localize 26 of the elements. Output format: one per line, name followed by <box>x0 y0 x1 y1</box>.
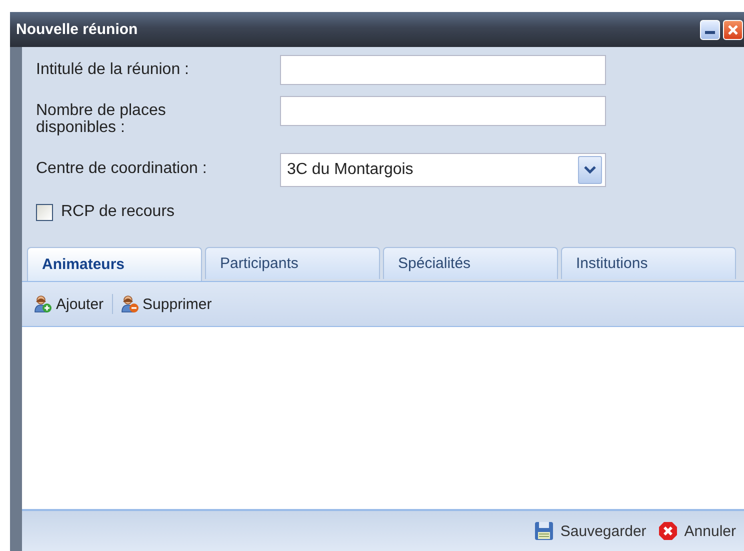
tab[interactable]: Spécialités <box>383 247 558 279</box>
input-field[interactable] <box>280 96 606 126</box>
add-user-button[interactable]: Ajouter <box>30 293 108 315</box>
tab[interactable]: Participants <box>205 247 380 279</box>
user-add-icon <box>34 295 52 313</box>
checkbox[interactable] <box>36 204 53 220</box>
input-field[interactable] <box>280 55 606 85</box>
minimize-button[interactable] <box>700 20 720 40</box>
field-label: Centre de coordination : <box>36 159 208 178</box>
select-field[interactable]: 3C du Montargois <box>280 153 606 187</box>
window-title: Nouvelle réunion <box>16 21 139 38</box>
cancel-icon <box>658 521 678 541</box>
dropdown-button[interactable] <box>578 156 602 184</box>
chevron-down-icon <box>584 166 596 174</box>
field-label: Nombre de places disponibles : <box>36 101 167 136</box>
field-label: Intitulé de la réunion : <box>36 60 190 79</box>
cancel-button[interactable]: Annuler <box>656 519 738 543</box>
save-button[interactable]: Sauvegarder <box>532 519 648 543</box>
remove-user-button[interactable]: Supprimer <box>116 293 216 315</box>
tab[interactable]: Animateurs <box>27 247 202 281</box>
checkbox-label: RCP de recours <box>61 203 175 221</box>
tab[interactable]: Institutions <box>561 247 736 279</box>
close-icon <box>728 24 738 34</box>
user-remove-icon <box>120 295 139 313</box>
close-button[interactable] <box>723 20 743 40</box>
minimize-icon <box>705 30 715 34</box>
